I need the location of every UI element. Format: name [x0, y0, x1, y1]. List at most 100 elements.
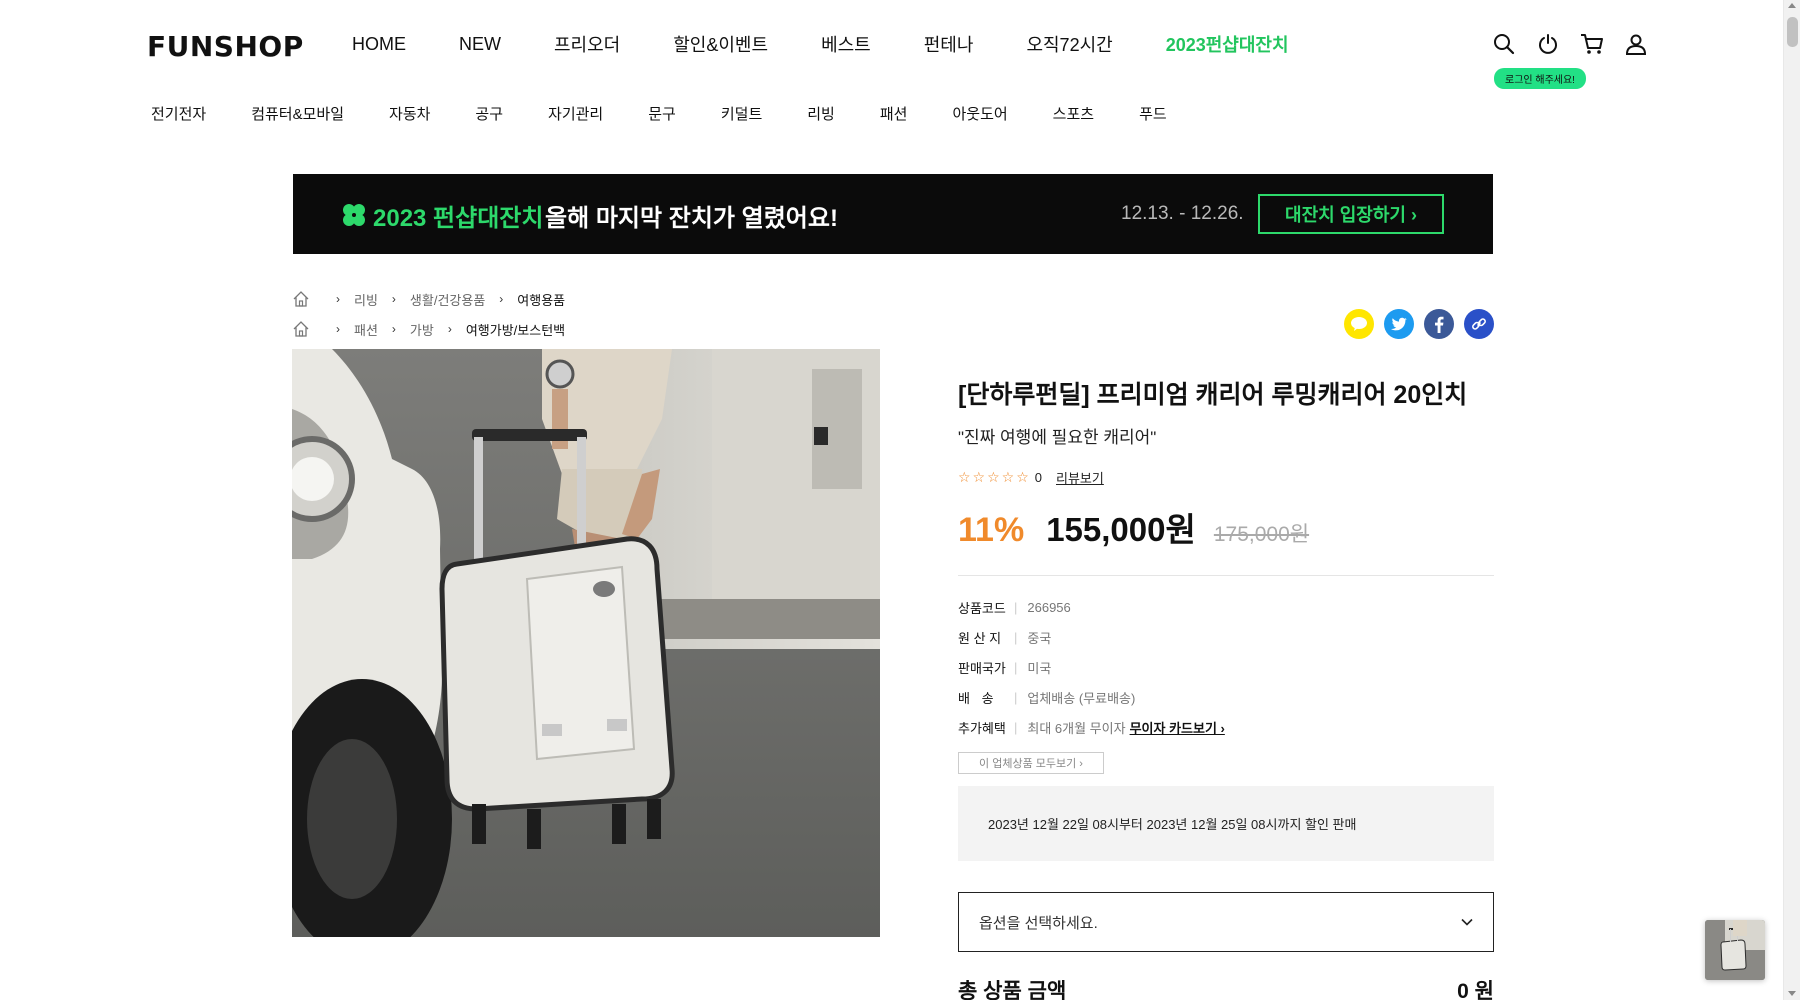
- nav-sale-event[interactable]: 할인&이벤트: [673, 31, 768, 57]
- price: 11% 155,000원 175,000원: [958, 503, 1494, 551]
- banner-title: 2023 펀샵대잔치: [373, 205, 544, 232]
- share-buttons: [1344, 309, 1494, 339]
- chevron-right-icon: ›: [499, 292, 504, 306]
- login-badge[interactable]: 로그인 해주세요!: [1494, 68, 1586, 89]
- breadcrumb-link[interactable]: 패션: [354, 320, 378, 339]
- total-label: 총 상품 금액: [958, 980, 1067, 1000]
- category-kidult[interactable]: 키덜트: [721, 103, 762, 124]
- rating: ☆☆☆☆☆ 0 리뷰보기: [958, 468, 1494, 487]
- main-nav: HOME NEW 프리오더 할인&이벤트 베스트 펀테나 오직72시간 2023…: [352, 30, 1342, 58]
- category-fashion[interactable]: 패션: [880, 103, 908, 124]
- category-outdoor[interactable]: 아웃도어: [952, 103, 1007, 124]
- divider: [958, 575, 1494, 576]
- breadcrumb-row: › 리빙 › 생활/건강용품 › 여행용품: [292, 288, 565, 310]
- recent-view-thumbnail[interactable]: [1705, 920, 1765, 980]
- star-rating-icon: ☆☆☆☆☆: [958, 469, 1031, 485]
- category-food[interactable]: 푸드: [1139, 103, 1167, 124]
- user-icon[interactable]: [1624, 32, 1648, 56]
- home-icon[interactable]: [292, 320, 310, 338]
- scroll-up-icon[interactable]: [1788, 3, 1796, 8]
- spec-separator: |: [1014, 629, 1018, 645]
- card-benefit-link[interactable]: 무이자 카드보기 ›: [1130, 718, 1225, 737]
- banner-date: 12.13. - 12.26.: [1121, 203, 1244, 224]
- chevron-down-icon: [1461, 918, 1473, 926]
- product-title: [단하루펀딜] 프리미엄 캐리어 루밍캐리어 20인치: [958, 381, 1468, 409]
- enter-festival-button[interactable]: 대잔치 입장하기 ›: [1258, 194, 1444, 234]
- nav-new[interactable]: NEW: [459, 34, 501, 55]
- category-electronics[interactable]: 전기전자: [151, 103, 206, 124]
- chevron-right-icon: ›: [336, 322, 340, 336]
- breadcrumb-link[interactable]: 생활/건강용품: [410, 290, 485, 309]
- spec-value: 업체배송 (무료배송): [1027, 690, 1136, 706]
- chevron-right-icon: ›: [336, 292, 340, 306]
- category-car[interactable]: 자동차: [389, 103, 430, 124]
- spec-row: 상품코드 | 266956: [958, 592, 1494, 622]
- product-info: [단하루펀딜] 프리미엄 캐리어 루밍캐리어 20인치 "진짜 여행에 필요한 …: [958, 375, 1494, 791]
- spec-separator: |: [1014, 659, 1018, 675]
- search-icon[interactable]: [1492, 32, 1516, 56]
- scrollbar-thumb[interactable]: [1787, 17, 1798, 47]
- spec-value: 중국: [1027, 630, 1052, 646]
- chevron-right-icon: ›: [391, 292, 396, 306]
- spec-key: 상품코드: [958, 600, 1006, 616]
- breadcrumb-link[interactable]: 리빙: [354, 290, 378, 309]
- spec-value: 266956: [1027, 599, 1071, 615]
- page-scrollbar[interactable]: [1783, 0, 1800, 1000]
- category-computer-mobile[interactable]: 컴퓨터&모바일: [251, 103, 344, 124]
- nav-72hours[interactable]: 오직72시간: [1026, 31, 1112, 57]
- spec-row: 원 산 지 | 중국: [958, 622, 1494, 652]
- spec-separator: |: [1014, 689, 1018, 705]
- total-value: 0 원: [1457, 980, 1494, 1000]
- festival-banner[interactable]: 2023 펀샵대잔치 올해 마지막 잔치가 열렸어요! 12.13. - 12.…: [293, 174, 1493, 254]
- breadcrumb-link[interactable]: 가방: [410, 320, 434, 339]
- category-sports[interactable]: 스포츠: [1053, 103, 1094, 124]
- option-select[interactable]: 옵션을 선택하세요.: [958, 892, 1494, 952]
- vendor-products-button[interactable]: 이 업체상품 모두보기 ›: [958, 752, 1104, 774]
- nav-best[interactable]: 베스트: [821, 31, 871, 57]
- review-count: 0: [1034, 470, 1042, 485]
- nav-funtenna[interactable]: 펀테나: [924, 31, 974, 57]
- spec-row: 배 송 | 업체배송 (무료배송): [958, 682, 1494, 712]
- home-icon[interactable]: [292, 290, 310, 308]
- spec-separator: |: [1014, 599, 1018, 615]
- link-icon[interactable]: [1464, 309, 1494, 339]
- spec-value: 미국: [1027, 660, 1052, 676]
- cart-icon[interactable]: [1580, 32, 1604, 56]
- total-price: 총 상품 금액 0 원: [958, 975, 1494, 1000]
- site-logo[interactable]: FUNSHOP: [147, 30, 304, 63]
- twitter-icon[interactable]: [1384, 309, 1414, 339]
- spec-key: 판매국가: [958, 660, 1006, 676]
- spec-key: 배 송: [958, 690, 998, 706]
- option-placeholder: 옵션을 선택하세요.: [979, 914, 1098, 932]
- power-icon[interactable]: [1536, 32, 1560, 56]
- category-tools[interactable]: 공구: [475, 103, 503, 124]
- category-selfcare[interactable]: 자기관리: [548, 103, 603, 124]
- spec-separator: |: [1014, 719, 1018, 735]
- spec-value: 최대 6개월 무이자: [1027, 720, 1126, 736]
- sale-price: 155,000원: [1046, 511, 1196, 548]
- nav-home[interactable]: HOME: [352, 34, 406, 55]
- category-stationery[interactable]: 문구: [648, 103, 676, 124]
- breadcrumb-row: › 패션 › 가방 › 여행가방/보스턴백: [292, 318, 565, 340]
- breadcrumb: › 리빙 › 생활/건강용품 › 여행용품 › 패션 › 가방 › 여행가방/보…: [292, 288, 565, 348]
- category-nav: 전기전자 컴퓨터&모바일 자동차 공구 자기관리 문구 키덜트 리빙 패션 아웃…: [151, 103, 1212, 124]
- product-image[interactable]: [292, 349, 880, 937]
- category-living[interactable]: 리빙: [807, 103, 835, 124]
- discount-rate: 11%: [958, 511, 1025, 549]
- scroll-down-icon[interactable]: [1788, 991, 1796, 996]
- kakaotalk-icon[interactable]: [1344, 309, 1374, 339]
- product-specs: 상품코드 | 266956 원 산 지 | 중국 판매국가 | 미국 배 송 |…: [958, 592, 1494, 742]
- nav-preorder[interactable]: 프리오더: [554, 31, 620, 57]
- facebook-icon[interactable]: [1424, 309, 1454, 339]
- utility-menu: [1492, 32, 1648, 56]
- spec-row: 판매국가 | 미국: [958, 652, 1494, 682]
- nav-festival[interactable]: 2023펀샵대잔치: [1166, 31, 1289, 57]
- breadcrumb-current[interactable]: 여행용품: [517, 290, 565, 309]
- product-subtitle: "진짜 여행에 필요한 캐리어": [958, 428, 1157, 447]
- original-price: 175,000원: [1213, 523, 1310, 546]
- banner-subtitle: 올해 마지막 잔치가 열렸어요!: [545, 205, 838, 232]
- breadcrumb-current[interactable]: 여행가방/보스턴백: [466, 320, 565, 339]
- clover-icon: [341, 202, 367, 233]
- review-link[interactable]: 리뷰보기: [1056, 468, 1104, 487]
- sale-notice: 2023년 12월 22일 08시부터 2023년 12월 25일 08시까지 …: [958, 786, 1494, 861]
